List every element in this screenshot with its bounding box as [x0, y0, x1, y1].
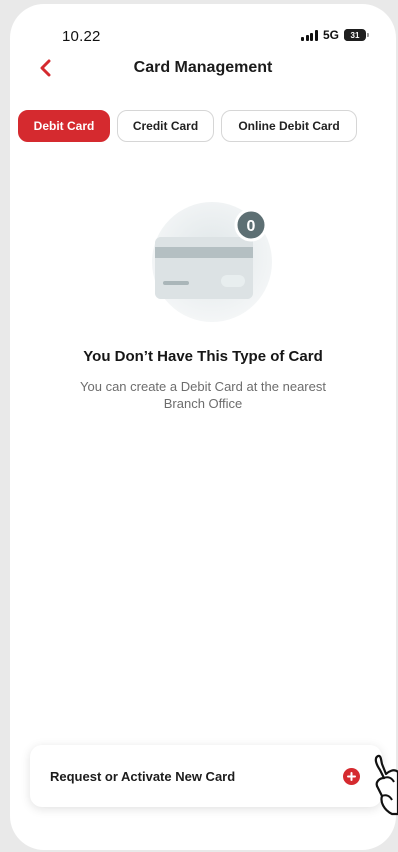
- battery-percent: 31: [350, 30, 360, 40]
- empty-state-title: You Don’t Have This Type of Card: [83, 348, 323, 365]
- tab-label: Credit Card: [132, 119, 199, 133]
- empty-state-description: You can create a Debit Card at the neare…: [80, 379, 326, 411]
- battery-icon: 31: [344, 29, 369, 41]
- tab-online-debit-card[interactable]: Online Debit Card: [221, 110, 357, 142]
- pointing-hand-icon: [374, 754, 398, 816]
- plus-icon: [347, 771, 356, 781]
- action-label: Request or Activate New Card: [50, 768, 236, 784]
- card-illustration-icon: 0: [152, 202, 272, 322]
- tab-credit-card[interactable]: Credit Card: [117, 110, 214, 142]
- network-label: 5G: [322, 28, 339, 42]
- request-activate-card-button[interactable]: Request or Activate New Card: [30, 745, 382, 807]
- page-title: Card Management: [133, 59, 273, 76]
- card-count-badge: 0: [247, 218, 256, 235]
- signal-icon: [301, 29, 318, 41]
- tab-debit-card[interactable]: Debit Card: [18, 110, 110, 142]
- phone-screen: 10.22 5G 31 Card Management Debit Card C…: [10, 4, 396, 850]
- card-type-tabs: Debit Card Credit Card Online Debit Card: [18, 110, 357, 142]
- tab-label: Online Debit Card: [238, 119, 340, 133]
- plus-circle-icon[interactable]: [343, 767, 360, 785]
- tab-label: Debit Card: [33, 119, 95, 133]
- status-time: 10.22: [62, 28, 101, 45]
- status-indicators: 5G 31: [301, 28, 369, 42]
